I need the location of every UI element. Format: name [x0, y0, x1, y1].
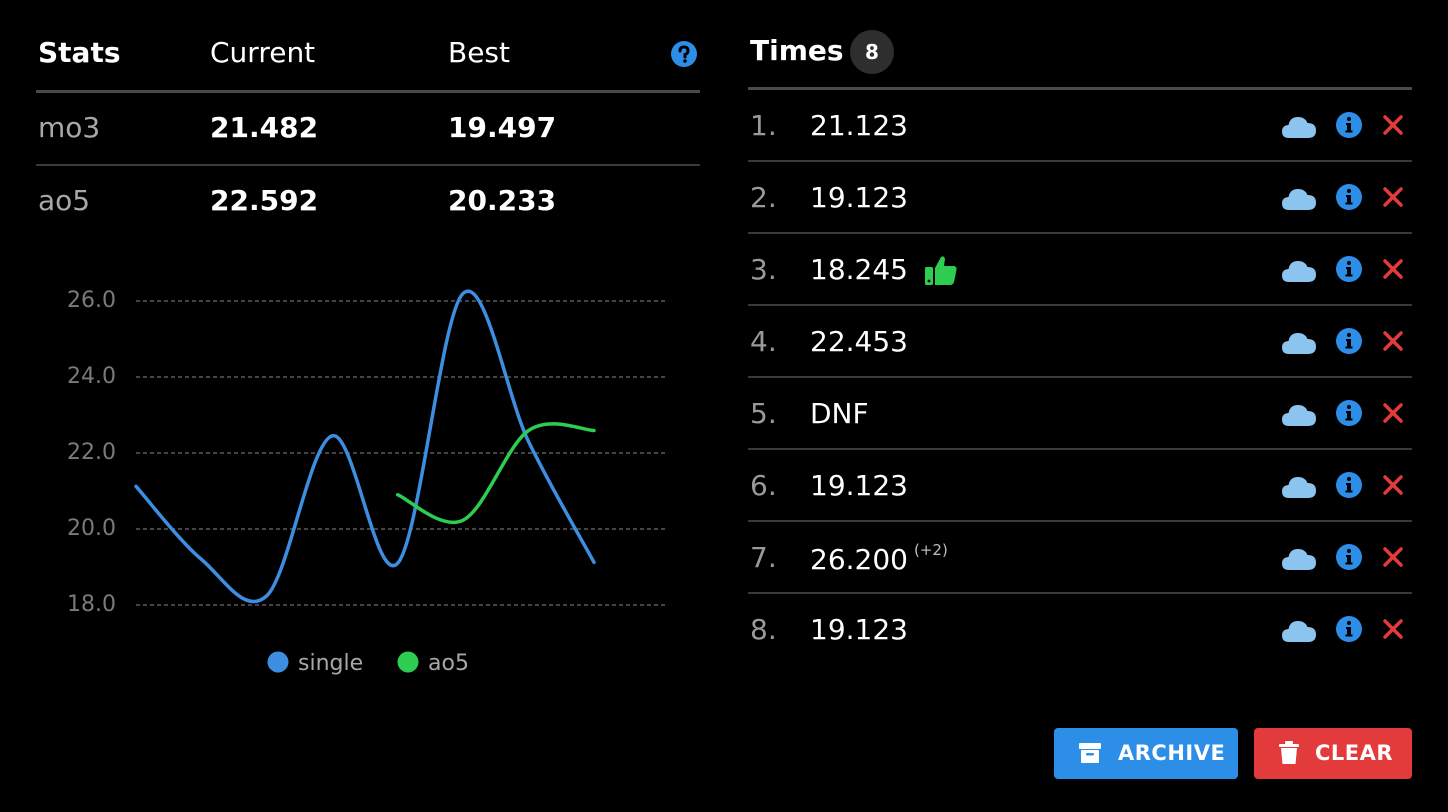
info-icon[interactable] [1335, 543, 1363, 571]
time-index: 7. [750, 541, 777, 574]
time-value-text: 18.245 [810, 253, 908, 286]
legend-marker-single[interactable] [267, 651, 289, 673]
time-penalty: (+2) [913, 541, 948, 559]
help-icon[interactable] [670, 40, 698, 68]
clear-button[interactable]: CLEAR [1254, 728, 1412, 779]
time-value-text: 19.123 [810, 181, 908, 214]
delete-icon[interactable] [1382, 258, 1404, 280]
time-value-text: DNF [810, 397, 869, 430]
times-count-badge: 8 [850, 30, 894, 74]
time-index: 6. [750, 469, 777, 502]
stats-row-current: 22.592 [210, 184, 319, 217]
delete-icon[interactable] [1382, 474, 1404, 496]
time-value[interactable]: 19.123 [810, 613, 908, 646]
times-header: Times 8 [748, 28, 1412, 90]
stats-row-best: 20.233 [448, 184, 557, 217]
delete-icon[interactable] [1382, 618, 1404, 640]
stats-row-mo3: mo3 21.482 19.497 [36, 93, 700, 166]
y-tick-label: 22.0 [67, 440, 116, 465]
time-value[interactable]: 26.200 (+2) [810, 541, 948, 576]
cloud-icon[interactable] [1281, 401, 1317, 427]
archive-button[interactable]: ARCHIVE [1054, 728, 1238, 779]
stats-header-label: Stats [38, 36, 121, 69]
time-row[interactable]: 3. 18.245 [748, 234, 1412, 306]
time-index: 4. [750, 325, 777, 358]
times-chart: 26.0 24.0 22.0 20.0 18.0 single ao5 [36, 270, 700, 690]
y-tick-label: 20.0 [67, 516, 116, 541]
stats-header-current: Current [210, 36, 316, 69]
archive-button-label: ARCHIVE [1118, 741, 1226, 765]
time-value-text: 26.200 [810, 543, 908, 576]
cloud-icon[interactable] [1281, 617, 1317, 643]
legend-label-ao5[interactable]: ao5 [428, 651, 469, 676]
y-tick-label: 26.0 [67, 288, 116, 313]
stats-row-current: 21.482 [210, 111, 319, 144]
time-value[interactable]: 22.453 [810, 325, 908, 358]
cloud-icon[interactable] [1281, 113, 1317, 139]
delete-icon[interactable] [1382, 546, 1404, 568]
time-value[interactable]: 18.245 [810, 253, 908, 286]
time-value-text: 22.453 [810, 325, 908, 358]
time-row[interactable]: 2. 19.123 [748, 162, 1412, 234]
time-value-text: 19.123 [810, 613, 908, 646]
stats-header: Stats Current Best [36, 28, 700, 93]
legend-label-single[interactable]: single [298, 651, 363, 676]
time-row[interactable]: 1. 21.123 [748, 90, 1412, 162]
time-value[interactable]: DNF [810, 397, 869, 430]
time-index: 1. [750, 109, 777, 142]
times-panel: Times 8 1. 21.123 2. 19.123 3. 18.245 4. 22.453… [748, 28, 1412, 664]
cloud-icon[interactable] [1281, 257, 1317, 283]
time-row[interactable]: 7. 26.200 (+2) [748, 522, 1412, 594]
time-row[interactable]: 5. DNF [748, 378, 1412, 450]
archive-icon [1079, 743, 1101, 763]
cloud-icon[interactable] [1281, 329, 1317, 355]
info-icon[interactable] [1335, 183, 1363, 211]
delete-icon[interactable] [1382, 114, 1404, 136]
info-icon[interactable] [1335, 327, 1363, 355]
clear-button-label: CLEAR [1315, 741, 1394, 765]
y-tick-label: 18.0 [67, 592, 116, 617]
times-list: 1. 21.123 2. 19.123 3. 18.245 4. 22.453 5. DNF 6. 1… [748, 90, 1412, 664]
stats-row-best: 19.497 [448, 111, 557, 144]
time-value[interactable]: 21.123 [810, 109, 908, 142]
time-value[interactable]: 19.123 [810, 181, 908, 214]
info-icon[interactable] [1335, 399, 1363, 427]
thumbs-up-icon [925, 256, 957, 285]
cloud-icon[interactable] [1281, 185, 1317, 211]
time-value[interactable]: 19.123 [810, 469, 908, 502]
legend-marker-ao5[interactable] [397, 651, 419, 673]
cloud-icon[interactable] [1281, 545, 1317, 571]
time-value-text: 19.123 [810, 469, 908, 502]
times-title: Times [750, 34, 844, 67]
y-tick-label: 24.0 [67, 364, 116, 389]
time-index: 2. [750, 181, 777, 214]
info-icon[interactable] [1335, 615, 1363, 643]
trash-icon [1279, 741, 1299, 764]
delete-icon[interactable] [1382, 186, 1404, 208]
info-icon[interactable] [1335, 255, 1363, 283]
chart-svg: 26.0 24.0 22.0 20.0 18.0 single ao5 [67, 288, 668, 676]
stats-row-label: ao5 [38, 184, 91, 217]
time-index: 5. [750, 397, 777, 430]
delete-icon[interactable] [1382, 330, 1404, 352]
time-row[interactable]: 8. 19.123 [748, 594, 1412, 664]
delete-icon[interactable] [1382, 402, 1404, 424]
time-value-text: 21.123 [810, 109, 908, 142]
series-line-single [134, 289, 596, 604]
stats-header-best: Best [448, 36, 511, 69]
cloud-icon[interactable] [1281, 473, 1317, 499]
info-icon[interactable] [1335, 111, 1363, 139]
stats-row-label: mo3 [38, 111, 101, 144]
time-row[interactable]: 6. 19.123 [748, 450, 1412, 522]
time-row[interactable]: 4. 22.453 [748, 306, 1412, 378]
info-icon[interactable] [1335, 471, 1363, 499]
stats-table: Stats Current Best mo3 21.482 19.497 ao5… [36, 28, 700, 237]
stats-row-ao5: ao5 22.592 20.233 [36, 166, 700, 237]
time-index: 8. [750, 613, 777, 646]
time-index: 3. [750, 253, 777, 286]
